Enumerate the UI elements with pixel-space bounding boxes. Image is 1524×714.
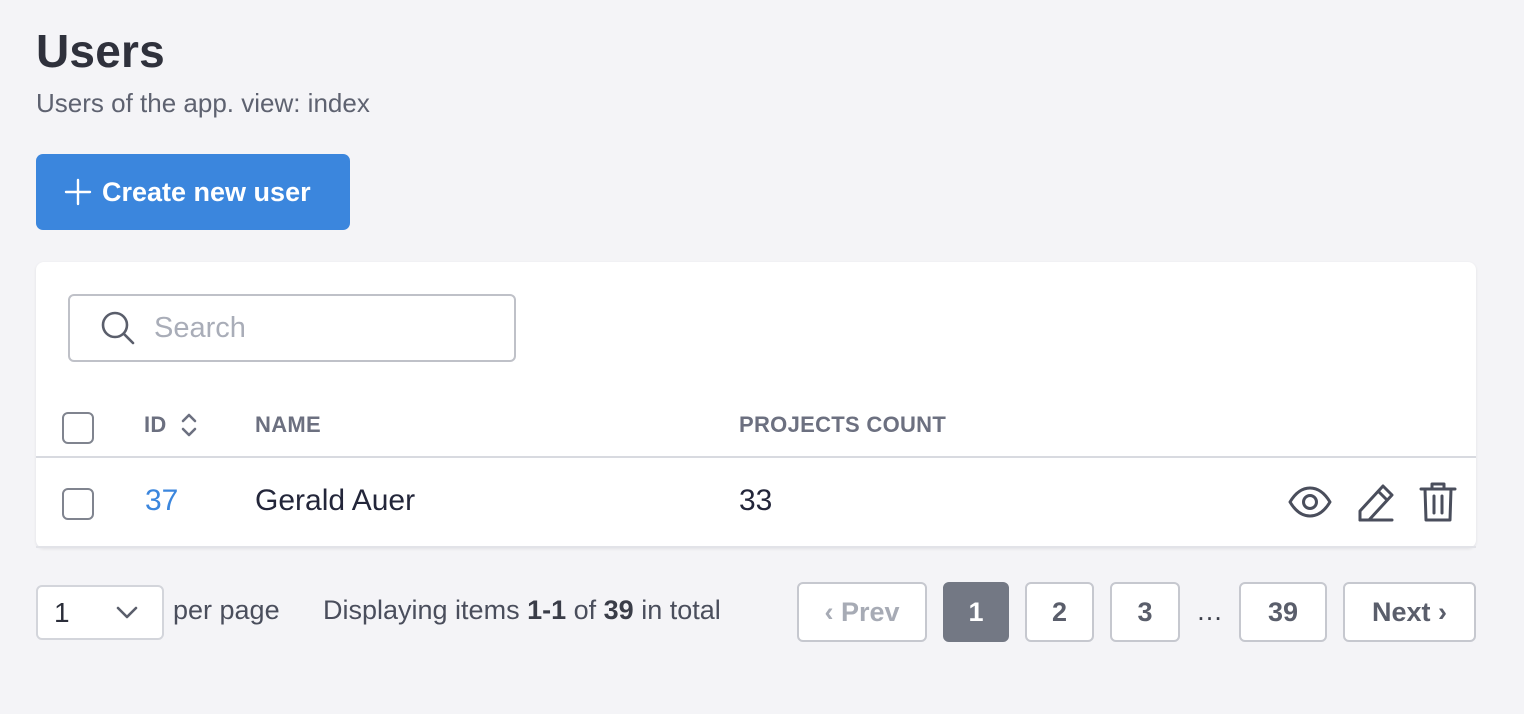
column-header-projects-count: PROJECTS COUNT xyxy=(739,412,947,437)
eye-icon[interactable] xyxy=(1288,480,1332,524)
per-page-select[interactable]: 1 xyxy=(36,585,164,640)
display-total: 39 xyxy=(603,595,634,625)
pencil-icon[interactable] xyxy=(1354,480,1396,524)
row-actions xyxy=(1288,480,1458,524)
per-page-label: per page xyxy=(173,595,280,625)
page-button-3[interactable]: 3 xyxy=(1110,582,1180,642)
user-name: Gerald Auer xyxy=(255,484,416,517)
display-info: Displaying items 1-1 of 39 in total xyxy=(323,595,721,626)
display-range: 1-1 xyxy=(527,595,567,625)
column-header-name: NAME xyxy=(255,412,321,437)
per-page-value: 1 xyxy=(54,596,70,628)
user-projects-count: 33 xyxy=(739,484,773,517)
display-of: of xyxy=(566,595,604,625)
page-title: Users xyxy=(36,25,165,77)
search-input[interactable] xyxy=(154,311,484,345)
prev-page-button[interactable]: ‹ Prev xyxy=(797,582,927,642)
table-header: ID NAME PROJECTS COUNT xyxy=(36,396,1476,458)
page-button-2[interactable]: 2 xyxy=(1025,582,1094,642)
users-table-card: ID NAME PROJECTS COUNT 37 Gerald Auer 33 xyxy=(36,262,1476,548)
table-row: 37 Gerald Auer 33 xyxy=(36,460,1476,548)
create-new-user-label: Create new user xyxy=(102,176,311,207)
page-button-1[interactable]: 1 xyxy=(943,582,1009,642)
plus-icon xyxy=(64,178,92,206)
row-checkbox[interactable] xyxy=(62,488,94,520)
select-all-checkbox[interactable] xyxy=(62,412,94,444)
trash-icon[interactable] xyxy=(1418,480,1458,524)
page-button-last[interactable]: 39 xyxy=(1239,582,1327,642)
display-prefix: Displaying items xyxy=(323,595,528,625)
users-index-page: Users Users of the app. view: index Crea… xyxy=(0,0,1524,714)
search-box xyxy=(68,294,516,362)
pagination-bar: 1 per page Displaying items 1-1 of 39 in… xyxy=(36,582,1476,642)
pagination-ellipsis: … xyxy=(1196,596,1223,626)
chevron-down-icon xyxy=(116,606,138,620)
column-header-id[interactable]: ID xyxy=(144,412,197,438)
next-page-button[interactable]: Next › xyxy=(1343,582,1476,642)
sort-icon xyxy=(181,412,197,438)
search-icon xyxy=(100,310,136,346)
create-new-user-button[interactable]: Create new user xyxy=(36,154,350,230)
user-id-link[interactable]: 37 xyxy=(145,484,178,518)
page-subtitle: Users of the app. view: index xyxy=(36,88,370,118)
column-header-id-label: ID xyxy=(144,412,167,437)
display-suffix: in total xyxy=(633,595,721,625)
